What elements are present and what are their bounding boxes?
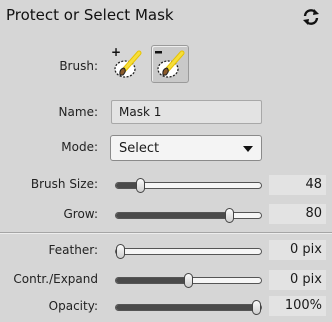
value-grow[interactable]: 80 xyxy=(269,204,326,224)
panel-title: Protect or Select Mask xyxy=(6,6,174,24)
slider-label-grow: Grow: xyxy=(63,207,98,221)
chevron-down-icon xyxy=(243,146,253,152)
slider-label-feather: Feather: xyxy=(48,243,98,257)
mode-dropdown[interactable]: Select xyxy=(110,135,262,161)
brush-label: Brush: xyxy=(59,59,98,73)
slider-grow[interactable] xyxy=(115,208,262,223)
mode-selected-value: Select xyxy=(119,141,160,156)
brush-subtract-button[interactable] xyxy=(151,45,189,83)
slider-thumb-feather[interactable] xyxy=(116,244,125,259)
slider-thumb-contract-expand[interactable] xyxy=(184,273,193,288)
brush-add-icon: + xyxy=(111,45,142,78)
section-divider xyxy=(0,232,332,234)
slider-thumb-grow[interactable] xyxy=(225,208,234,223)
slider-thumb-brush-size[interactable] xyxy=(136,178,145,193)
slider-label-brush-size: Brush Size: xyxy=(30,177,98,191)
slider-contract-expand[interactable] xyxy=(115,273,262,288)
slider-thumb-opacity[interactable] xyxy=(252,300,261,315)
mask-name-input[interactable]: Mask 1 xyxy=(111,100,262,124)
brush-add-button[interactable]: + xyxy=(108,45,146,83)
value-opacity[interactable]: 100% xyxy=(269,296,326,316)
protect-select-mask-panel: Protect or Select Mask Brush: + Name: Ma… xyxy=(0,0,332,322)
value-brush-size[interactable]: 48 xyxy=(269,175,326,195)
value-feather[interactable]: 0 pix xyxy=(269,240,326,260)
slider-label-opacity: Opacity: xyxy=(48,299,98,313)
value-contract-expand[interactable]: 0 pix xyxy=(269,270,326,290)
slider-label-contract-expand: Contr./Expand xyxy=(13,272,98,286)
mode-label: Mode: xyxy=(61,140,98,154)
slider-brush-size[interactable] xyxy=(115,178,262,193)
slider-feather[interactable] xyxy=(115,244,262,259)
slider-opacity[interactable] xyxy=(115,300,262,315)
svg-text:+: + xyxy=(111,45,121,59)
brush-subtract-icon xyxy=(155,50,185,78)
name-label: Name: xyxy=(58,105,98,119)
reset-icon[interactable] xyxy=(302,8,320,26)
